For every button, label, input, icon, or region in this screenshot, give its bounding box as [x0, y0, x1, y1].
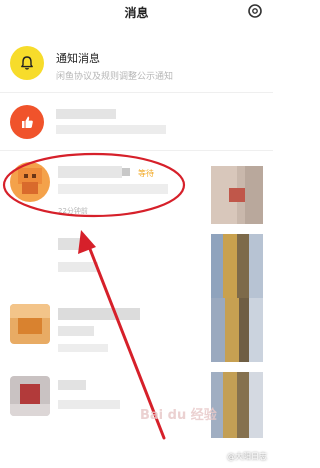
- baidu-watermark-logo: Bai du 经验: [140, 408, 217, 423]
- watermark-text: @大阳日志: [227, 452, 267, 461]
- annotation-arrow: [78, 230, 166, 440]
